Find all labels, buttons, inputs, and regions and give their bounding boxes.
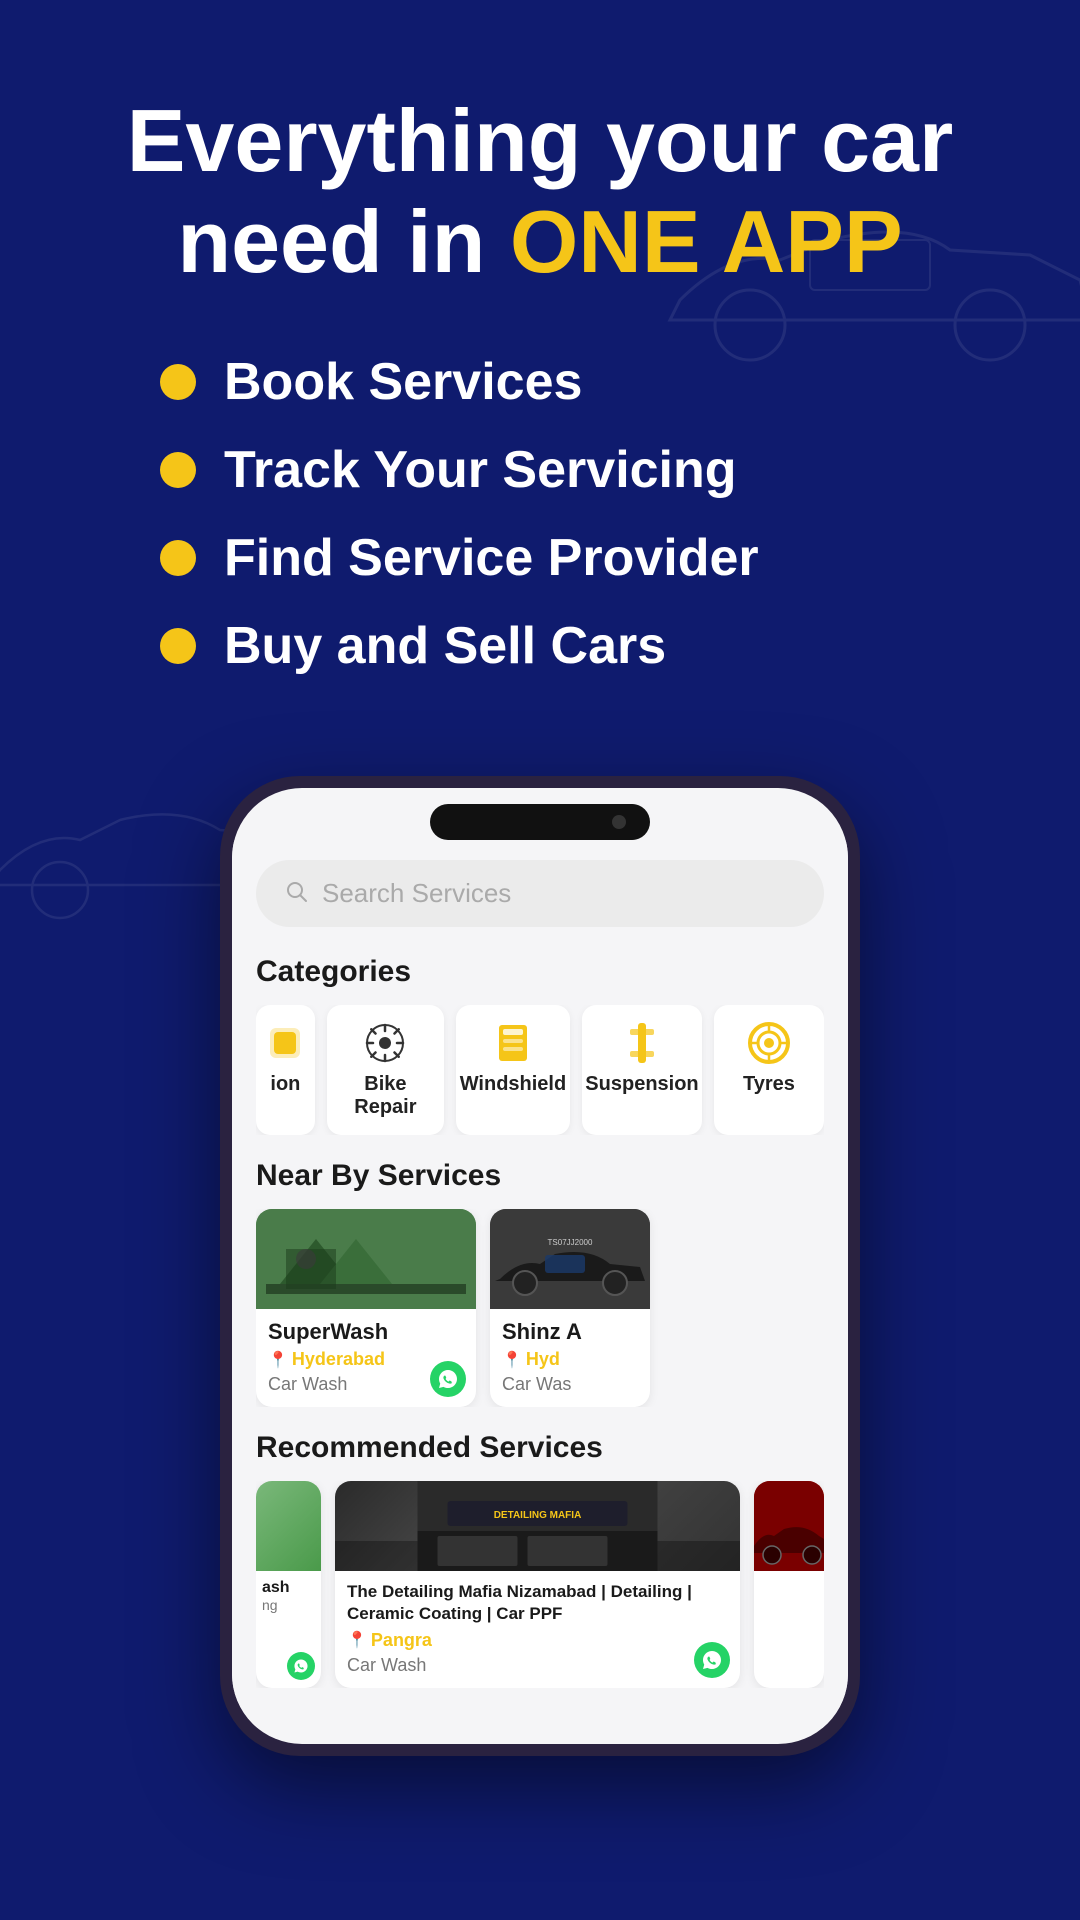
app-content: Search Services Categories [232, 840, 848, 1728]
location-text-shinz: Hyd [526, 1349, 560, 1370]
recommended-section: Recommended Services ash ng [256, 1431, 824, 1687]
category-card-suspension[interactable]: Suspension [582, 1005, 702, 1135]
categories-row: ion Bike Repair [256, 1005, 824, 1135]
service-card-shinz[interactable]: TS07JJ2000 Shinz A 📍 Hyd Car Was [490, 1209, 650, 1407]
rec-card-red-partial[interactable] [754, 1481, 824, 1687]
category-card-partial[interactable]: ion [256, 1005, 315, 1135]
service-image-superwash [256, 1209, 476, 1309]
svg-text:DETAILING MAFIA: DETAILING MAFIA [494, 1510, 582, 1521]
feature-list: Book Services Track Your Servicing Find … [60, 352, 1020, 676]
location-text-detailing: Pangra [371, 1630, 432, 1651]
whatsapp-button-detailing[interactable] [694, 1642, 730, 1678]
bullet-dot [160, 540, 196, 576]
category-card-tyres[interactable]: Tyres [714, 1005, 824, 1135]
category-label-windshield: Windshield [460, 1073, 566, 1096]
rec-card-detailing-mafia[interactable]: DETAILING MAFIA DETAILING MAFIA [335, 1481, 740, 1687]
bullet-item-buy: Buy and Sell Cars [160, 616, 1020, 676]
phone-mockup: Search Services Categories [0, 776, 1080, 1756]
search-placeholder: Search Services [322, 878, 511, 909]
category-card-windshield[interactable]: Windshield [456, 1005, 570, 1135]
phone-outer-frame: Search Services Categories [220, 776, 860, 1756]
nearby-section: Near By Services [256, 1159, 824, 1407]
category-icon-partial [263, 1021, 307, 1065]
title-line1: Everything your car [127, 91, 954, 190]
suspension-icon [620, 1021, 664, 1065]
rec-location-detailing: 📍 Pangra [347, 1630, 728, 1651]
bullet-dot [160, 364, 196, 400]
category-label-suspension: Suspension [585, 1073, 698, 1096]
rec-type-detailing: Car Wash [347, 1655, 728, 1676]
recommended-title: Recommended Services [256, 1431, 824, 1465]
phone-inner-screen: Search Services Categories [232, 788, 848, 1744]
rec-name-detailing: The Detailing Mafia Nizamabad | Detailin… [347, 1581, 728, 1625]
category-label-bike-repair: Bike Repair [337, 1073, 434, 1119]
title-line2: need in [177, 192, 510, 291]
service-image-shinz: TS07JJ2000 [490, 1209, 650, 1309]
svg-text:TS07JJ2000: TS07JJ2000 [548, 1238, 593, 1247]
header-section: Everything your car need in ONE APP Book… [0, 0, 1080, 716]
bullet-dot [160, 628, 196, 664]
service-type-shinz: Car Was [502, 1374, 638, 1395]
categories-title: Categories [256, 955, 824, 989]
bullet-text-buy: Buy and Sell Cars [224, 616, 666, 676]
category-card-bike-repair[interactable]: Bike Repair [327, 1005, 444, 1135]
bullet-text-track: Track Your Servicing [224, 440, 737, 500]
rec-partial-name: ash [262, 1579, 315, 1597]
main-title: Everything your car need in ONE APP [60, 90, 1020, 292]
location-text-superwash: Hyderabad [292, 1349, 385, 1370]
rec-card-body-detailing: The Detailing Mafia Nizamabad | Detailin… [335, 1571, 740, 1687]
bullet-item-book: Book Services [160, 352, 1020, 412]
rec-card-partial-left[interactable]: ash ng [256, 1481, 321, 1687]
recommended-row: ash ng [256, 1481, 824, 1687]
front-camera [612, 815, 626, 829]
service-name-superwash: SuperWash [268, 1319, 464, 1345]
nearby-row: SuperWash 📍 Hyderabad Car Wash [256, 1209, 824, 1407]
bullet-text-find: Find Service Provider [224, 528, 759, 588]
rec-partial-sub: ng [262, 1597, 315, 1613]
service-location-shinz: 📍 Hyd [502, 1349, 638, 1370]
service-card-superwash[interactable]: SuperWash 📍 Hyderabad Car Wash [256, 1209, 476, 1407]
service-card-body-shinz: Shinz A 📍 Hyd Car Was [490, 1309, 650, 1407]
categories-section: Categories ion [256, 955, 824, 1135]
service-name-shinz: Shinz A [502, 1319, 638, 1345]
location-pin-icon: 📍 [268, 1350, 288, 1370]
dynamic-island [430, 804, 650, 840]
title-highlight: ONE APP [510, 192, 903, 291]
search-icon [284, 879, 308, 908]
bullet-item-find: Find Service Provider [160, 528, 1020, 588]
category-label-partial: ion [270, 1073, 300, 1096]
location-pin-icon-3: 📍 [347, 1630, 367, 1650]
bullet-item-track: Track Your Servicing [160, 440, 1020, 500]
category-label-tyres: Tyres [743, 1073, 795, 1096]
nearby-title: Near By Services [256, 1159, 824, 1193]
whatsapp-button-partial[interactable] [287, 1652, 315, 1680]
location-pin-icon-2: 📍 [502, 1350, 522, 1370]
windshield-icon [491, 1021, 535, 1065]
rec-image-detailing-mafia: DETAILING MAFIA DETAILING MAFIA [335, 1481, 740, 1571]
bullet-dot [160, 452, 196, 488]
tyre-icon [747, 1021, 791, 1065]
bullet-text-book: Book Services [224, 352, 582, 412]
search-bar[interactable]: Search Services [256, 860, 824, 927]
gear-icon [363, 1021, 407, 1065]
